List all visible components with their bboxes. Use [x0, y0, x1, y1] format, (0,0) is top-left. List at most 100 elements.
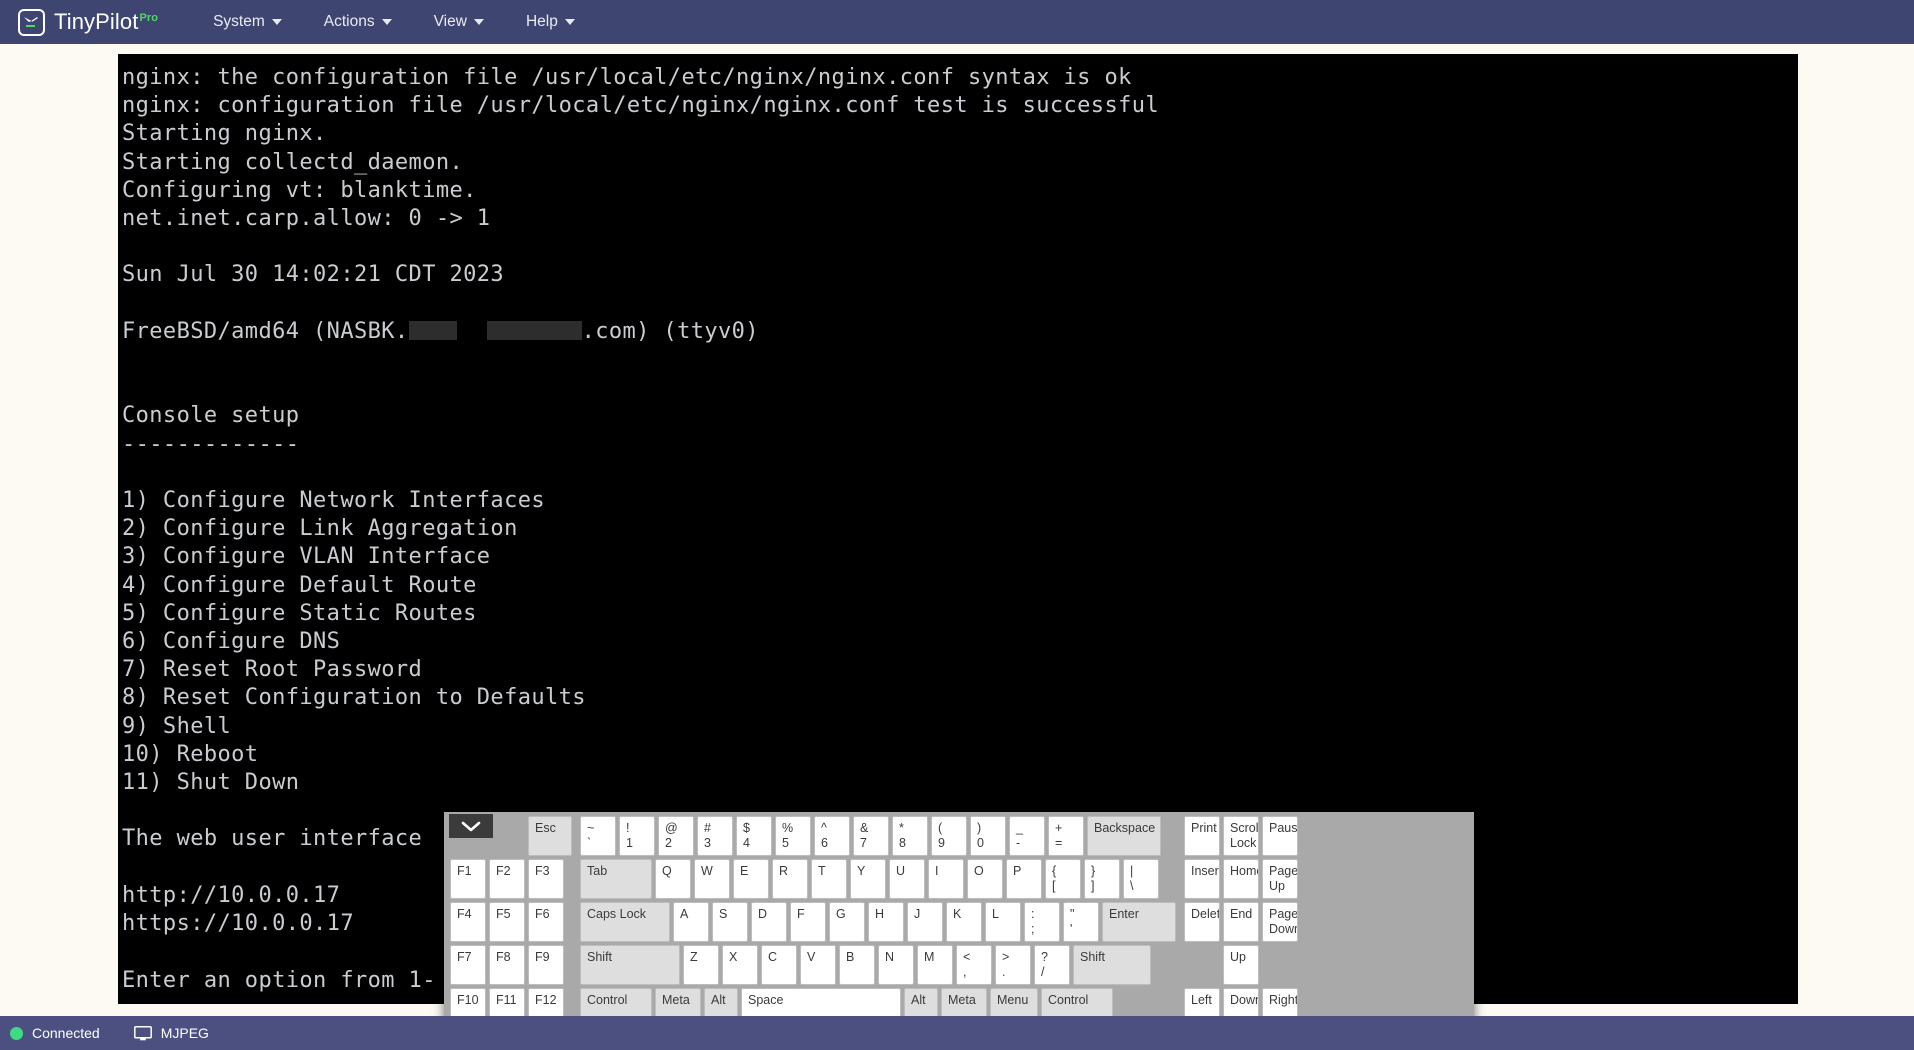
key-q[interactable]: Q	[655, 859, 691, 899]
key-f1[interactable]: F1	[450, 859, 486, 899]
key-z[interactable]: Z	[683, 945, 719, 985]
key-label-top: Y	[857, 864, 866, 878]
key-g[interactable]: G	[829, 902, 865, 942]
connection-status[interactable]: Connected	[10, 1025, 100, 1041]
key-label-top: F4	[457, 907, 472, 921]
key-c[interactable]: C	[761, 945, 797, 985]
menu-system[interactable]: System	[203, 7, 292, 37]
key-label-top: Control	[587, 993, 628, 1007]
tinypilot-logo-icon	[18, 8, 45, 36]
key-shift[interactable]: Shift	[1073, 945, 1151, 985]
key-f9[interactable]: F9	[528, 945, 564, 985]
key-x[interactable]: X	[722, 945, 758, 985]
key-label-top: F11	[496, 993, 517, 1007]
key-[interactable]: " '	[1063, 902, 1099, 942]
key-backspace[interactable]: Backspace	[1087, 816, 1161, 856]
key-a[interactable]: A	[673, 902, 709, 942]
key-label-top: Alt	[911, 993, 926, 1007]
brand-logo[interactable]: TinyPilotPro	[18, 8, 158, 36]
menu-actions[interactable]: Actions	[314, 7, 402, 37]
key-up[interactable]: Up	[1223, 945, 1259, 985]
key-f5[interactable]: F5	[489, 902, 525, 942]
key-print[interactable]: Print	[1184, 816, 1220, 856]
key-label-top: Down	[1230, 993, 1259, 1007]
key-scroll-lock[interactable]: Scroll Lock	[1223, 816, 1259, 856]
keyboard-collapse-button[interactable]	[449, 814, 493, 838]
key-label-top: <	[963, 950, 971, 964]
remote-screen-stage: nginx: the configuration file /usr/local…	[0, 44, 1914, 1034]
key-page-up[interactable]: Page Up	[1262, 859, 1298, 899]
chevron-down-icon	[564, 19, 575, 25]
key-pause[interactable]: Pause	[1262, 816, 1298, 856]
key-d[interactable]: D	[751, 902, 787, 942]
key-label-top: #	[704, 821, 711, 835]
key-[interactable]: | \	[1123, 859, 1159, 899]
key-e[interactable]: E	[733, 859, 769, 899]
key-[interactable]: % 5	[775, 816, 811, 856]
key-label-top: J	[914, 907, 921, 921]
key-[interactable]: >.	[995, 945, 1031, 985]
key-p[interactable]: P	[1006, 859, 1042, 899]
key-[interactable]: :;	[1024, 902, 1060, 942]
keyboard-body: Esc F1 F2 F3 F4 F5 F6 F7 F8 F9 F10 F11 F12 ~ `! 1 @2 #3 $…	[444, 812, 1474, 1034]
key-[interactable]: ) 0	[970, 816, 1006, 856]
key-f2[interactable]: F2	[489, 859, 525, 899]
key-n[interactable]: N	[878, 945, 914, 985]
key-caps-lock[interactable]: Caps Lock	[580, 902, 670, 942]
key-y[interactable]: Y	[850, 859, 886, 899]
key-k[interactable]: K	[946, 902, 982, 942]
key-f[interactable]: F	[790, 902, 826, 942]
key-label-top: Tab	[587, 864, 608, 878]
key-label-top: ^	[821, 821, 827, 835]
menu-help[interactable]: Help	[516, 7, 585, 37]
key-[interactable]: & 7	[853, 816, 889, 856]
menu-view[interactable]: View	[424, 7, 494, 37]
key-insert[interactable]: Insert	[1184, 859, 1220, 899]
key-[interactable]: + =	[1048, 816, 1084, 856]
key-[interactable]: ~ `	[580, 816, 616, 856]
key-b[interactable]: B	[839, 945, 875, 985]
key-shift[interactable]: Shift	[580, 945, 680, 985]
key-o[interactable]: O	[967, 859, 1003, 899]
key-m[interactable]: M	[917, 945, 953, 985]
key-f6[interactable]: F6	[528, 902, 564, 942]
key-[interactable]: ? /	[1034, 945, 1070, 985]
key-[interactable]: ! 1	[619, 816, 655, 856]
key-s[interactable]: S	[712, 902, 748, 942]
key-i[interactable]: I	[928, 859, 964, 899]
key-label-bottom: 9	[938, 836, 945, 850]
terminal-line: 7) Reset Root Password	[122, 657, 423, 683]
key-l[interactable]: L	[985, 902, 1021, 942]
key-[interactable]: _ -	[1009, 816, 1045, 856]
key-j[interactable]: J	[907, 902, 943, 942]
key-v[interactable]: V	[800, 945, 836, 985]
key-[interactable]: ^ 6	[814, 816, 850, 856]
key-[interactable]: @2	[658, 816, 694, 856]
key-u[interactable]: U	[889, 859, 925, 899]
key-h[interactable]: H	[868, 902, 904, 942]
key-page-down[interactable]: Page Down	[1262, 902, 1298, 942]
key-[interactable]: {[	[1045, 859, 1081, 899]
key-tab[interactable]: Tab	[580, 859, 652, 899]
key-home[interactable]: Home	[1223, 859, 1259, 899]
key-f8[interactable]: F8	[489, 945, 525, 985]
key-[interactable]: }]	[1084, 859, 1120, 899]
key-[interactable]: #3	[697, 816, 733, 856]
key-f3[interactable]: F3	[528, 859, 564, 899]
key-[interactable]: $4	[736, 816, 772, 856]
key-t[interactable]: T	[811, 859, 847, 899]
stream-mode-status[interactable]: MJPEG	[133, 1025, 209, 1041]
key-delete[interactable]: Delete	[1184, 902, 1220, 942]
key-f7[interactable]: F7	[450, 945, 486, 985]
key-[interactable]: <,	[956, 945, 992, 985]
key-[interactable]: * 8	[892, 816, 928, 856]
key-enter[interactable]: Enter	[1102, 902, 1176, 942]
key-w[interactable]: W	[694, 859, 730, 899]
key-label-bottom: /	[1041, 965, 1045, 979]
key-r[interactable]: R	[772, 859, 808, 899]
key-[interactable]: (9	[931, 816, 967, 856]
key-esc[interactable]: Esc	[528, 816, 572, 856]
key-f4[interactable]: F4	[450, 902, 486, 942]
key-end[interactable]: End	[1223, 902, 1259, 942]
